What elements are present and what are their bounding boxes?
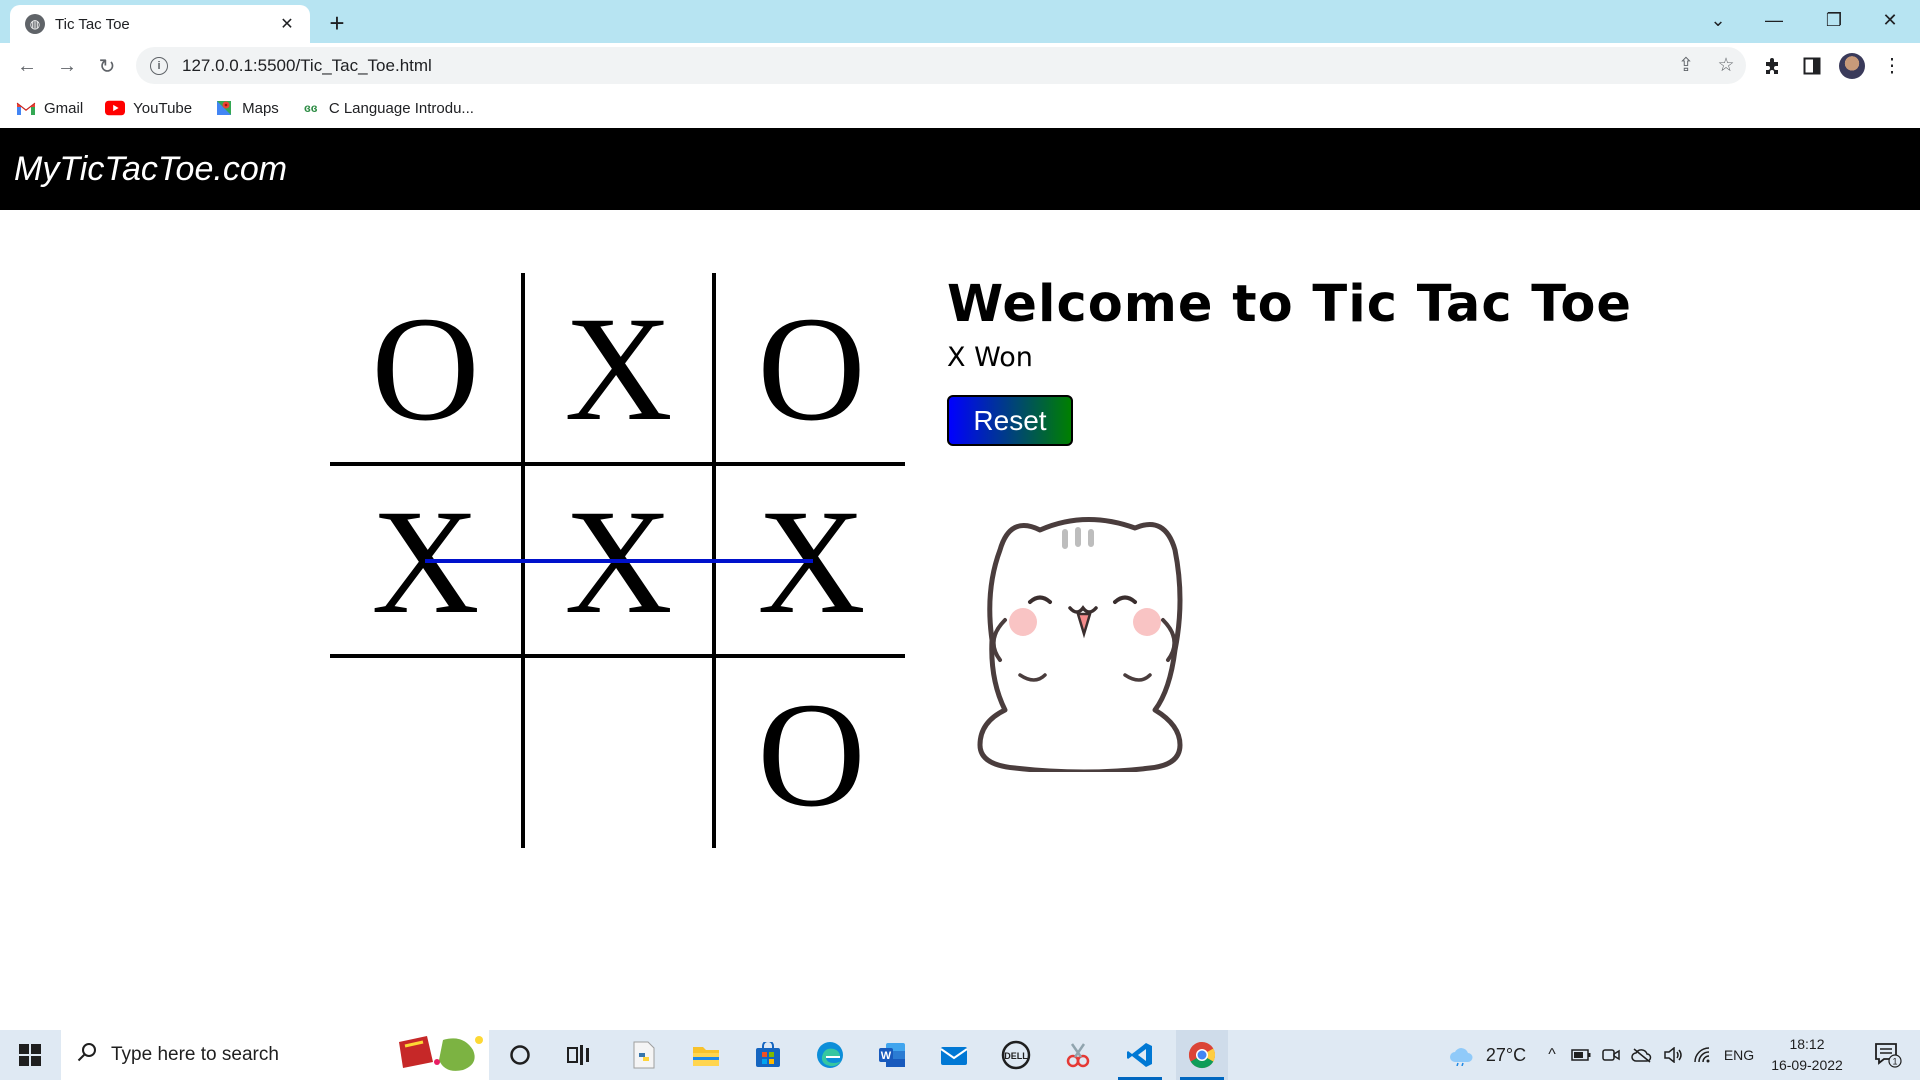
clock-date: 16-09-2022 xyxy=(1771,1057,1843,1073)
board-cell[interactable] xyxy=(523,659,714,850)
mail-icon[interactable] xyxy=(928,1030,980,1080)
weather-temperature[interactable]: 27°C xyxy=(1482,1030,1530,1080)
task-view-icon[interactable] xyxy=(553,1030,605,1080)
game-board: O X O X X X O xyxy=(330,273,905,848)
onedrive-offline-icon[interactable] xyxy=(1628,1030,1656,1080)
board-cell[interactable] xyxy=(330,659,521,850)
menu-kebab-icon[interactable]: ⋮ xyxy=(1874,49,1910,83)
microsoft-store-icon[interactable] xyxy=(742,1030,794,1080)
chrome-icon[interactable] xyxy=(1176,1030,1228,1080)
edge-browser-icon[interactable] xyxy=(804,1030,856,1080)
snipping-tool-icon[interactable] xyxy=(1052,1030,1104,1080)
bookmark-star-icon[interactable]: ☆ xyxy=(1706,54,1746,77)
maps-icon xyxy=(214,100,234,116)
notification-count: 1 xyxy=(1892,1057,1897,1067)
winning-line xyxy=(425,559,813,563)
bookmark-maps[interactable]: Maps xyxy=(214,100,279,117)
back-arrow-icon[interactable]: ← xyxy=(10,49,44,83)
gmail-icon xyxy=(16,100,36,116)
board-cell[interactable]: O xyxy=(330,273,521,464)
celebrating-cat-image xyxy=(977,517,1183,772)
bookmark-youtube[interactable]: YouTube xyxy=(105,100,192,117)
geeksforgeeks-icon: ɞɞ xyxy=(304,101,318,115)
file-explorer-icon[interactable] xyxy=(680,1030,732,1080)
windows-start-icon[interactable] xyxy=(0,1030,60,1080)
game-info: Welcome to Tic Tac Toe X Won Reset xyxy=(947,275,1632,446)
taskbar-clock[interactable]: 18:12 16-09-2022 xyxy=(1762,1034,1852,1076)
youtube-icon xyxy=(105,100,126,116)
search-placeholder: Type here to search xyxy=(111,1044,279,1065)
battery-icon[interactable] xyxy=(1568,1030,1594,1080)
tab-search-dropdown-icon[interactable]: ⌄ xyxy=(1690,0,1746,40)
game-status: X Won xyxy=(947,342,1033,373)
extensions-puzzle-icon[interactable] xyxy=(1754,49,1790,83)
search-icon xyxy=(77,1042,97,1068)
meet-now-icon[interactable] xyxy=(1598,1030,1624,1080)
cortana-icon[interactable] xyxy=(494,1030,546,1080)
site-info-icon[interactable]: i xyxy=(150,56,168,75)
taskbar-search-input[interactable]: Type here to search xyxy=(61,1030,489,1080)
search-highlight-icon xyxy=(393,1032,485,1078)
site-navbar: MyTicTacToe.com xyxy=(0,128,1920,210)
browser-tab[interactable]: ◍ Tic Tac Toe ✕ xyxy=(10,5,310,43)
board-cell[interactable]: O xyxy=(716,659,907,850)
volume-icon[interactable] xyxy=(1660,1030,1686,1080)
bookmark-c-language[interactable]: ɞɞ C Language Introdu... xyxy=(301,100,474,117)
new-tab-button[interactable]: + xyxy=(322,8,352,38)
side-panel-icon[interactable] xyxy=(1794,49,1830,83)
svg-text:W: W xyxy=(881,1050,892,1062)
browser-toolbar: ← → ↻ i 127.0.0.1:5500/Tic_Tac_Toe.html … xyxy=(0,43,1920,88)
share-icon[interactable]: ⇪ xyxy=(1666,54,1706,77)
windows-taskbar: Type here to search W DELL 27°C ^ ENG 18… xyxy=(0,1030,1920,1080)
globe-icon: ◍ xyxy=(25,14,45,34)
python-file-icon[interactable] xyxy=(618,1030,670,1080)
profile-avatar[interactable] xyxy=(1834,49,1870,83)
tab-title: Tic Tac Toe xyxy=(55,15,130,33)
reset-button[interactable]: Reset xyxy=(947,395,1073,446)
tab-strip: ◍ Tic Tac Toe ✕ + ⌄ — ❐ ✕ xyxy=(0,0,1920,43)
address-bar[interactable]: i 127.0.0.1:5500/Tic_Tac_Toe.html ⇪ ☆ xyxy=(136,47,1746,84)
dell-icon[interactable]: DELL xyxy=(990,1030,1042,1080)
url-text[interactable]: 127.0.0.1:5500/Tic_Tac_Toe.html xyxy=(182,56,1666,76)
page-title: Welcome to Tic Tac Toe xyxy=(947,275,1632,334)
notification-center-icon[interactable]: 1 xyxy=(1862,1030,1914,1080)
forward-arrow-icon[interactable]: → xyxy=(50,49,84,83)
word-icon[interactable]: W xyxy=(866,1030,918,1080)
site-brand[interactable]: MyTicTacToe.com xyxy=(14,150,287,189)
vscode-icon[interactable] xyxy=(1114,1030,1166,1080)
weather-cloud-icon[interactable] xyxy=(1444,1030,1480,1080)
tab-close-icon[interactable]: ✕ xyxy=(276,14,298,34)
minimize-button[interactable]: — xyxy=(1746,0,1802,40)
restore-button[interactable]: ❐ xyxy=(1806,0,1862,40)
clock-time: 18:12 xyxy=(1789,1036,1825,1052)
board-cell[interactable]: O xyxy=(716,273,907,464)
language-indicator[interactable]: ENG xyxy=(1720,1030,1758,1080)
bookmark-gmail[interactable]: Gmail xyxy=(16,100,83,117)
wifi-icon[interactable] xyxy=(1690,1030,1716,1080)
reload-icon[interactable]: ↻ xyxy=(90,49,124,83)
board-cell[interactable]: X xyxy=(523,273,714,464)
chevron-up-icon[interactable]: ^ xyxy=(1540,1030,1564,1080)
svg-text:DELL: DELL xyxy=(1004,1051,1028,1061)
close-window-button[interactable]: ✕ xyxy=(1862,0,1918,40)
bookmarks-bar: Gmail YouTube Maps ɞɞ C Language Introdu… xyxy=(0,88,1920,128)
